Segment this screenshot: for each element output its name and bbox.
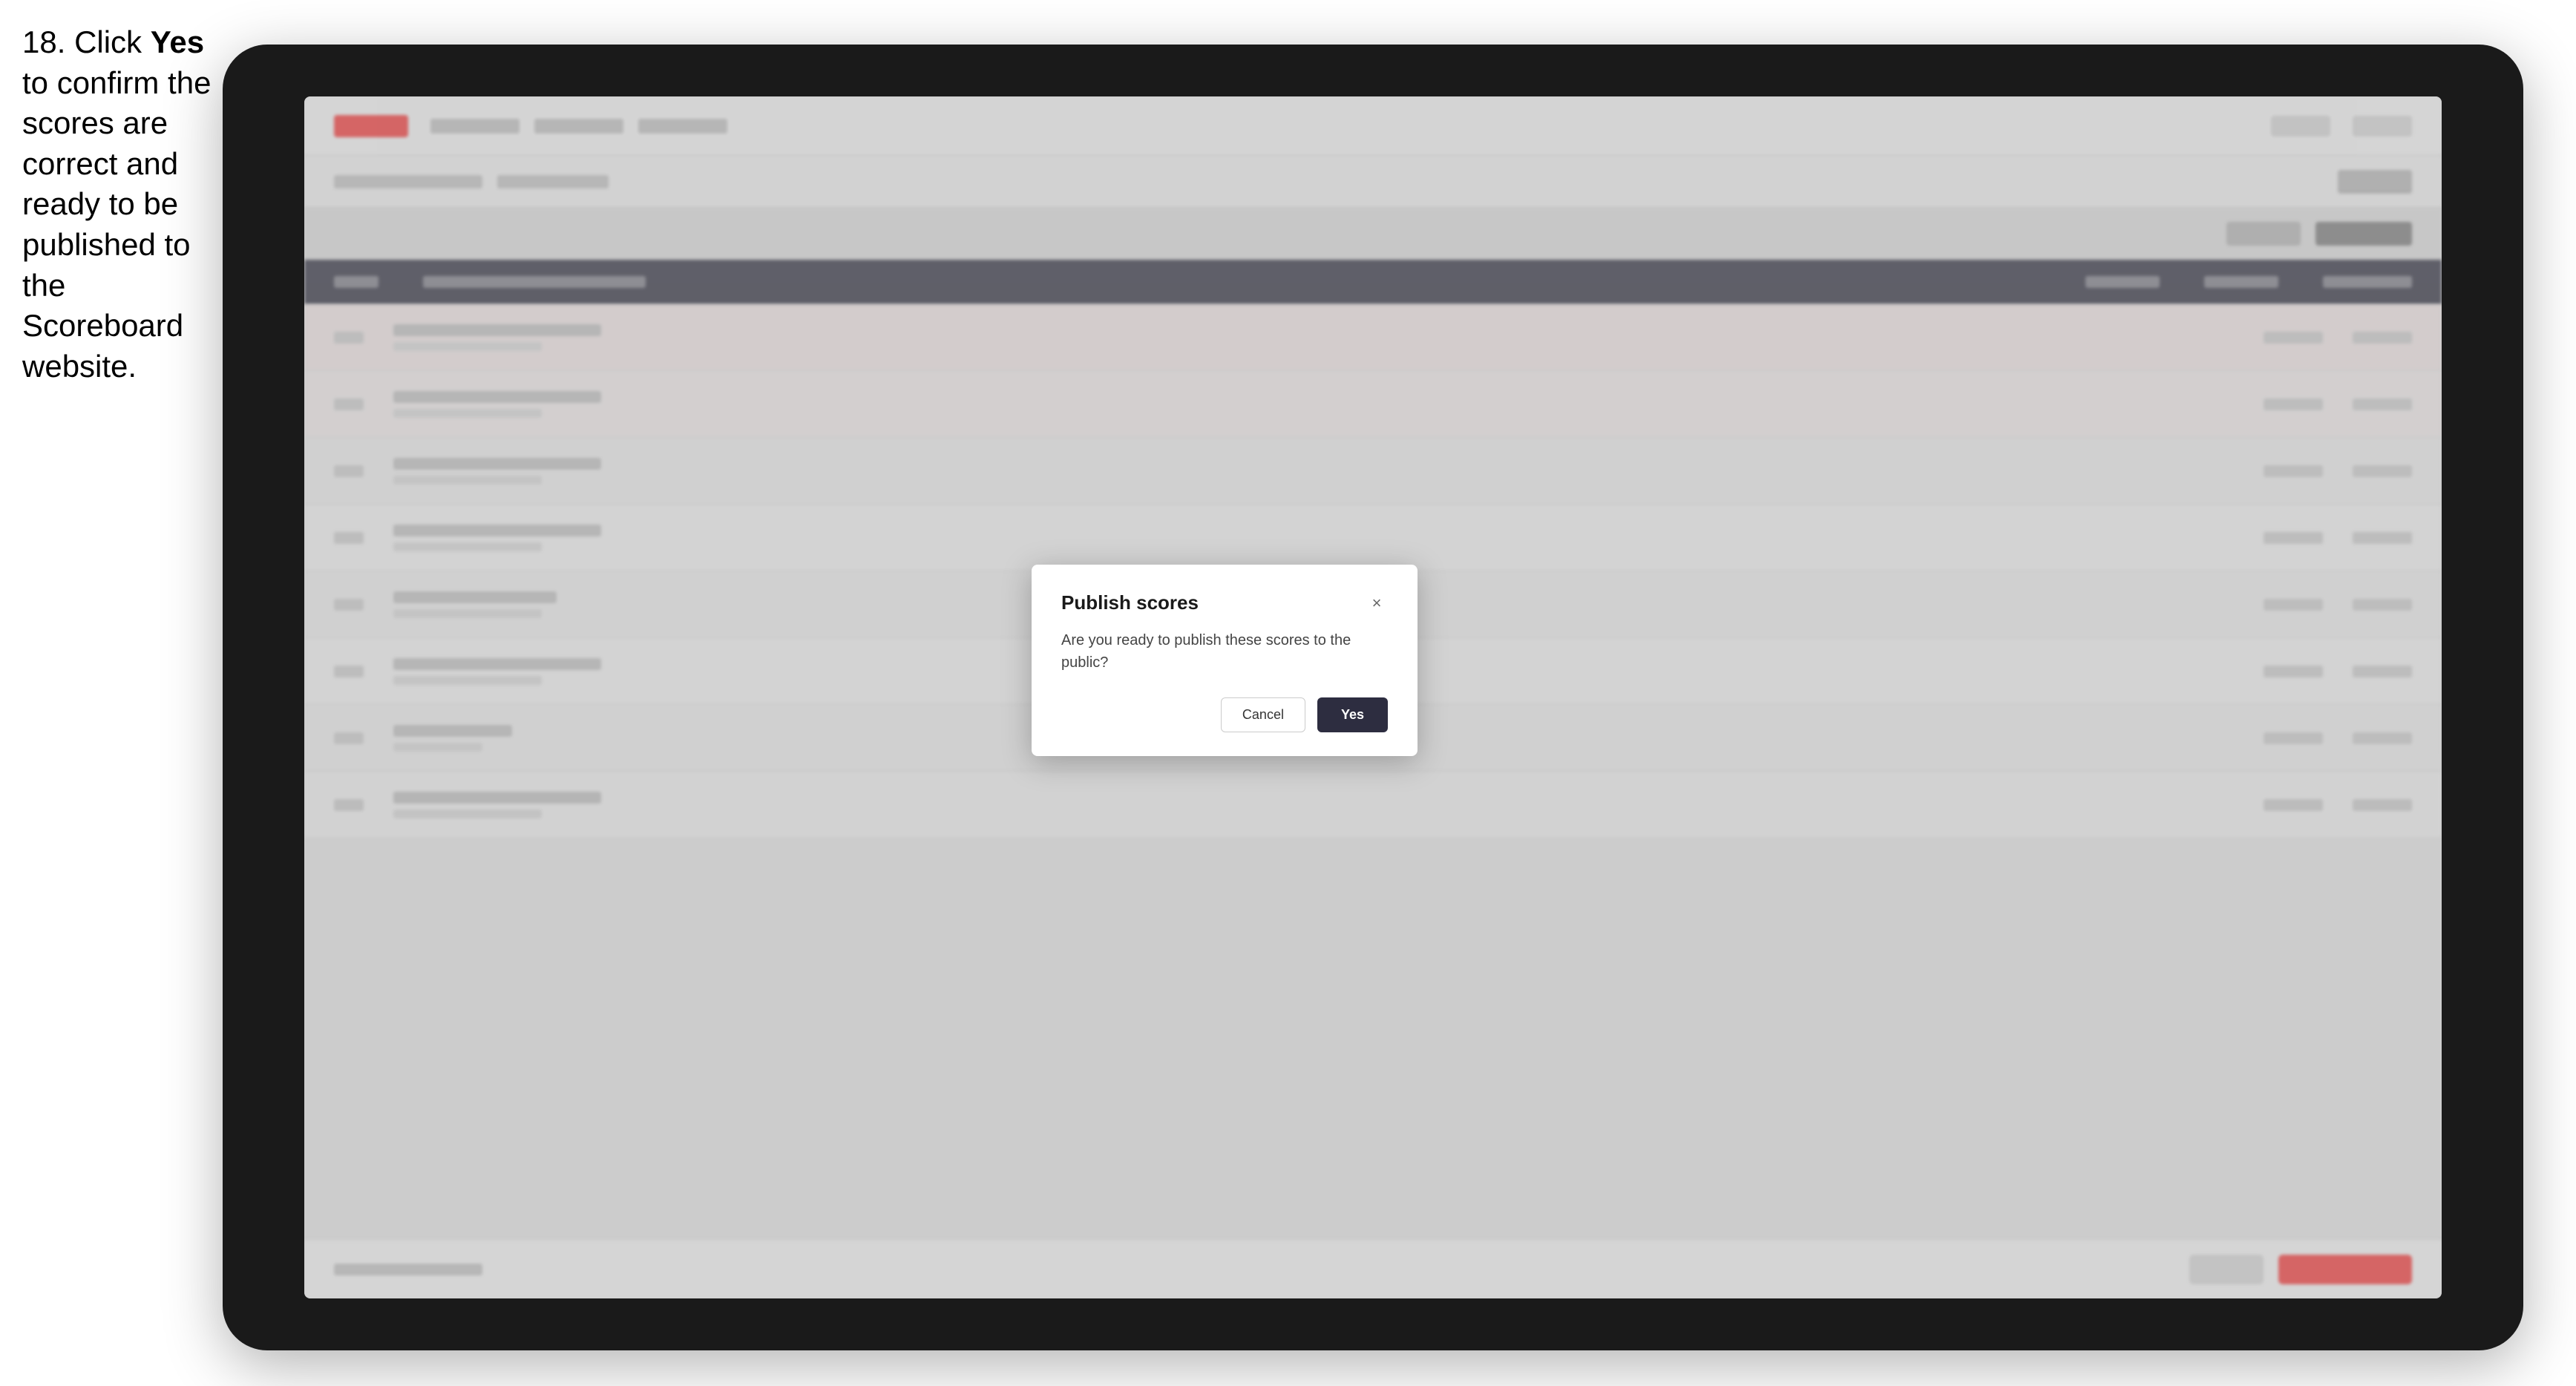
dialog-footer: Cancel Yes bbox=[1061, 697, 1388, 732]
modal-overlay: Publish scores × Are you ready to publis… bbox=[304, 96, 2442, 1298]
dialog-title: Publish scores bbox=[1061, 591, 1199, 614]
instruction-pre: Click bbox=[74, 24, 151, 59]
cancel-button[interactable]: Cancel bbox=[1221, 697, 1305, 732]
step-number: 18. bbox=[22, 24, 65, 59]
instruction-bold: Yes bbox=[151, 24, 204, 59]
publish-dialog: Publish scores × Are you ready to publis… bbox=[1032, 565, 1418, 756]
instruction-text: 18. Click Yes to confirm the scores are … bbox=[22, 22, 230, 387]
instruction-post: to confirm the scores are correct and re… bbox=[22, 65, 211, 384]
dialog-header: Publish scores × bbox=[1061, 591, 1388, 614]
tablet-device: Publish scores × Are you ready to publis… bbox=[223, 45, 2523, 1350]
yes-button[interactable]: Yes bbox=[1317, 697, 1388, 732]
dialog-message: Are you ready to publish these scores to… bbox=[1061, 629, 1388, 674]
dialog-close-button[interactable]: × bbox=[1366, 592, 1388, 614]
tablet-screen: Publish scores × Are you ready to publis… bbox=[304, 96, 2442, 1298]
